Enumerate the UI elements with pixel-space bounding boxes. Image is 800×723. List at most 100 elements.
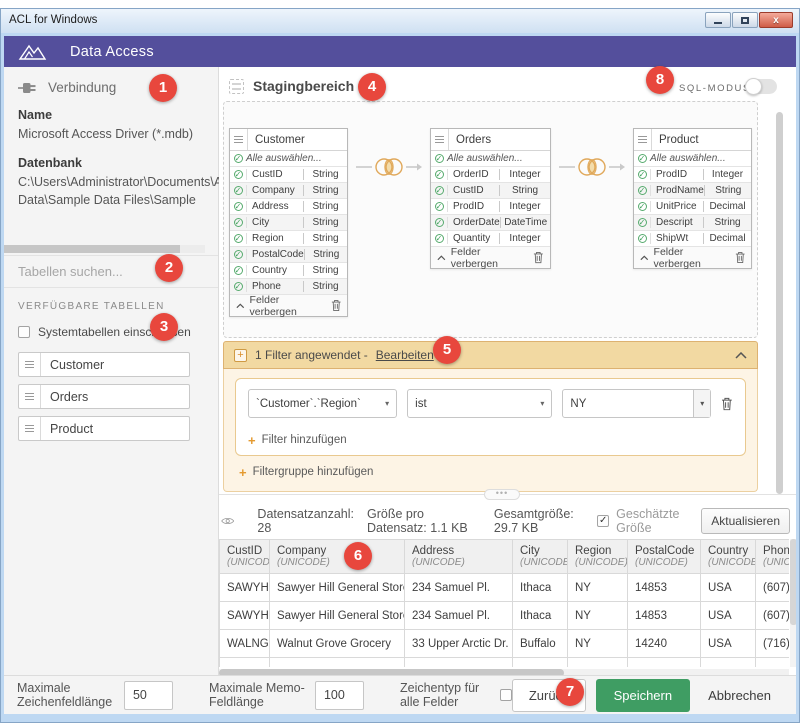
- join-connector[interactable]: [348, 156, 430, 178]
- table-row: SAWYHSawyer Hill General Store 234 Samue…: [220, 574, 790, 602]
- check-circle-icon[interactable]: ✓: [230, 282, 246, 291]
- field-row[interactable]: ✓UnitPriceDecimal: [634, 199, 751, 215]
- field-row[interactable]: ✓ProdIDInteger: [634, 167, 751, 183]
- sidebar-table-product[interactable]: Product: [18, 416, 190, 441]
- chevron-up-icon[interactable]: [437, 255, 446, 261]
- field-row[interactable]: ✓OrderIDInteger: [431, 167, 550, 183]
- check-circle-icon[interactable]: ✓: [230, 202, 246, 211]
- check-circle-icon[interactable]: ✓: [230, 234, 246, 243]
- save-button[interactable]: Speichern: [596, 679, 691, 712]
- table-item-label: Orders: [41, 390, 88, 404]
- table-vertical-scrollbar[interactable]: [790, 539, 796, 667]
- drag-handle-icon[interactable]: [634, 129, 652, 150]
- drag-handle-icon[interactable]: [230, 129, 248, 150]
- scrollbar-thumb[interactable]: [219, 669, 564, 675]
- check-circle-icon[interactable]: ✓: [431, 154, 447, 163]
- card-title: Customer: [248, 134, 305, 146]
- max-memo-input[interactable]: [315, 681, 364, 710]
- check-circle-icon[interactable]: ✓: [230, 250, 246, 259]
- filter-operator-dropdown[interactable]: ist▾: [407, 389, 552, 418]
- check-circle-icon[interactable]: ✓: [431, 202, 447, 211]
- check-circle-icon[interactable]: ✓: [634, 218, 650, 227]
- sidebar-table-customer[interactable]: Customer: [18, 352, 190, 377]
- join-venn-icon[interactable]: [559, 156, 625, 178]
- select-all-row[interactable]: ✓ Alle auswählen...: [230, 151, 347, 167]
- drag-handle-icon[interactable]: [19, 385, 41, 408]
- filter-value-combobox[interactable]: NY ▾: [562, 389, 711, 418]
- check-circle-icon[interactable]: ✓: [230, 266, 246, 275]
- estimated-size-checkbox[interactable]: ✓: [597, 515, 609, 527]
- select-all-row[interactable]: ✓ Alle auswählen...: [431, 151, 550, 167]
- filter-body: `Customer`.`Region`▾ ist▾ NY ▾: [223, 369, 758, 492]
- check-circle-icon[interactable]: ✓: [634, 234, 650, 243]
- field-row[interactable]: ✓DescriptString: [634, 215, 751, 231]
- eye-icon[interactable]: [221, 515, 234, 527]
- drag-handle-icon[interactable]: [19, 353, 41, 376]
- check-circle-icon[interactable]: ✓: [431, 218, 447, 227]
- check-circle-icon[interactable]: ✓: [634, 186, 650, 195]
- trash-icon[interactable]: [533, 251, 544, 264]
- refresh-button[interactable]: Aktualisieren: [701, 508, 790, 534]
- select-all-row[interactable]: ✓ Alle auswählen...: [634, 151, 751, 167]
- field-row[interactable]: ✓ProdIDInteger: [431, 199, 550, 215]
- add-filter-group-link[interactable]: + Filtergruppe hinzufügen: [239, 463, 746, 481]
- trash-icon[interactable]: [331, 299, 341, 312]
- sql-mode-toggle[interactable]: [746, 79, 777, 94]
- system-tables-checkbox[interactable]: [18, 326, 30, 338]
- join-venn-icon[interactable]: [356, 156, 422, 178]
- chevron-up-icon[interactable]: [236, 303, 245, 309]
- chevron-down-icon[interactable]: ▾: [693, 390, 710, 417]
- field-row[interactable]: ✓CompanyString: [230, 183, 347, 199]
- hide-fields-label[interactable]: Felder verbergen: [451, 246, 529, 270]
- add-filter-link[interactable]: + Filter hinzufügen: [248, 431, 733, 449]
- scrollbar-thumb[interactable]: [4, 245, 180, 253]
- splitter-handle[interactable]: •••: [484, 489, 520, 500]
- chevron-up-icon[interactable]: [640, 255, 649, 261]
- drag-handle-icon[interactable]: [19, 417, 41, 440]
- edit-filter-link[interactable]: Bearbeiten: [376, 348, 434, 362]
- field-row[interactable]: ✓RegionString: [230, 231, 347, 247]
- field-row[interactable]: ✓CityString: [230, 215, 347, 231]
- hide-fields-label[interactable]: Felder verbergen: [654, 246, 730, 270]
- filter-summary-bar[interactable]: + 1 Filter angewendet - Bearbeiten: [223, 341, 758, 369]
- trash-icon[interactable]: [735, 251, 745, 264]
- hide-fields-label[interactable]: Felder verbergen: [250, 294, 326, 318]
- minimize-button[interactable]: [705, 12, 731, 28]
- sidebar-table-orders[interactable]: Orders: [18, 384, 190, 409]
- collapse-chevron-icon[interactable]: [735, 352, 747, 359]
- check-circle-icon[interactable]: ✓: [431, 170, 447, 179]
- delete-filter-icon[interactable]: [721, 397, 733, 411]
- field-row[interactable]: ✓CustIDString: [431, 183, 550, 199]
- toggle-knob[interactable]: [745, 78, 762, 95]
- field-row[interactable]: ✓ProdNameString: [634, 183, 751, 199]
- field-row[interactable]: ✓PostalCodeString: [230, 247, 347, 263]
- connection-horizontal-scrollbar[interactable]: [4, 245, 205, 253]
- check-circle-icon[interactable]: ✓: [230, 218, 246, 227]
- main-vertical-scrollbar[interactable]: [776, 112, 783, 494]
- check-circle-icon[interactable]: ✓: [634, 202, 650, 211]
- check-circle-icon[interactable]: ✓: [230, 186, 246, 195]
- close-button[interactable]: x: [759, 12, 793, 28]
- check-circle-icon[interactable]: ✓: [431, 234, 447, 243]
- field-row[interactable]: ✓CustIDString: [230, 167, 347, 183]
- expand-filter-icon[interactable]: +: [234, 349, 247, 362]
- database-path-line2: Data\Sample Data Files\Sample: [18, 191, 204, 209]
- check-circle-icon[interactable]: ✓: [634, 170, 650, 179]
- field-row[interactable]: ✓OrderDateDateTime: [431, 215, 550, 231]
- drag-handle-icon[interactable]: [431, 129, 449, 150]
- check-circle-icon[interactable]: ✓: [230, 154, 246, 163]
- check-circle-icon[interactable]: ✓: [230, 170, 246, 179]
- max-char-input[interactable]: [124, 681, 173, 710]
- field-row[interactable]: ✓AddressString: [230, 199, 347, 215]
- check-circle-icon[interactable]: ✓: [634, 154, 650, 163]
- table-horizontal-scrollbar[interactable]: [219, 669, 789, 675]
- join-connector[interactable]: [551, 156, 633, 178]
- scrollbar-thumb[interactable]: [790, 539, 796, 625]
- char-type-checkbox[interactable]: [500, 689, 512, 701]
- maximize-button[interactable]: [732, 12, 758, 28]
- cancel-button[interactable]: Abbrechen: [696, 679, 783, 712]
- check-circle-icon[interactable]: ✓: [431, 186, 447, 195]
- filter-field-dropdown[interactable]: `Customer`.`Region`▾: [248, 389, 397, 418]
- record-count: Datensatzanzahl: 28: [257, 507, 354, 535]
- field-row[interactable]: ✓CountryString: [230, 263, 347, 279]
